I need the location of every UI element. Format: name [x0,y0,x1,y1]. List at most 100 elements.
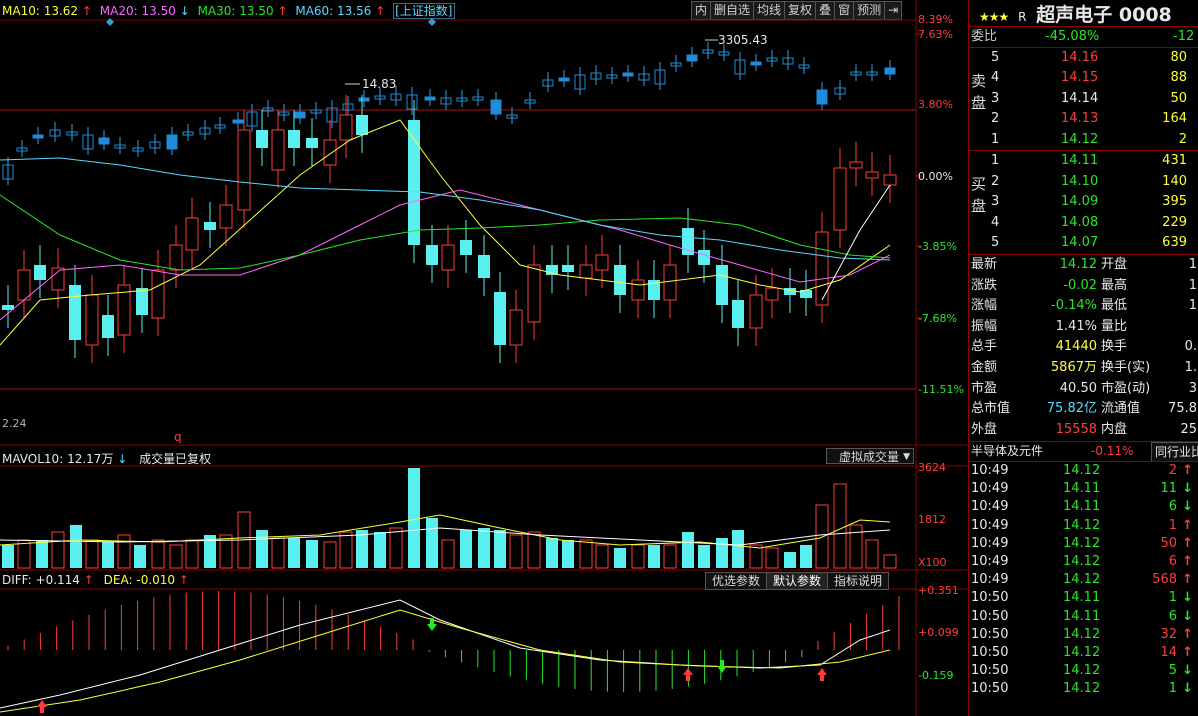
tick-time: 10:49 [971,481,1009,497]
tick-time: 10:49 [971,517,1009,533]
volume-type-dropdown[interactable]: 虚拟成交量 ▼ [826,448,914,464]
sell-signal-icon [717,660,727,673]
stat-label: 总手 [971,339,998,355]
dea-label: DEA: [103,573,133,587]
stats-table: 最新 14.12 开盘 1 涨跌 -0.02 最高 1 涨幅 -0.14% 最低 1 振幅 1.41% 量比… [969,255,1198,441]
tab-default-params[interactable]: 默认参数 [766,572,829,590]
stat-label: 外盘 [971,421,998,437]
stat-row: 振幅 1.41% 量比 [969,317,1198,338]
buy-level-row[interactable]: 4 14.08 229 [969,213,1198,234]
buy-book: 买 盘 1 14.11 431 2 14.10 140 3 14.09 395 4 14.08 229… [969,151,1198,254]
tick-time: 10:50 [971,608,1009,624]
level-number: 1 [991,131,1000,147]
tick-price: 14.12 [1063,554,1101,569]
kline-chart-area[interactable]: MA10: 13.62 ↑ MA20: 13.50 ↓ MA30: 13.50 … [0,0,968,716]
stat-row: 涨幅 -0.14% 最低 1 [969,296,1198,317]
tab-preferred-params[interactable]: 优选参数 [705,572,768,590]
tick-price: 14.12 [1063,517,1101,533]
bid-price: 14.10 [1061,173,1099,189]
up-arrow-icon: ↑ [83,573,94,587]
stat-row: 金额 5867万 换手(实) 1. [969,358,1198,379]
tick-price: 14.12 [1063,663,1101,679]
stat-value: 1.41% [1055,318,1097,334]
sector-name[interactable]: 半导体及元件 [971,442,1043,460]
tick-price: 14.12 [1063,463,1101,478]
ask-volume: 88 [1170,70,1187,86]
tick-volume: 14 [1160,645,1177,660]
ask-volume: 50 [1170,90,1187,106]
level-number: 5 [991,235,1000,251]
diff-value: +0.114 [35,573,80,587]
stat-row: 最新 14.12 开盘 1 [969,255,1198,276]
sell-level-row[interactable]: 2 14.13 164 [969,109,1198,130]
sector-row: 半导体及元件 -0.11% 同行业比 [969,442,1198,462]
tick-volume: 50 [1160,535,1177,551]
macd-bars [0,591,900,713]
tick-price: 14.11 [1063,590,1101,606]
stat-value: 14.12 [1059,257,1097,272]
stat-label: 振幅 [971,318,998,334]
sell-level-row[interactable]: 1 14.12 2 [969,130,1198,151]
tick-row: 10:49 14.12 568 ↑ [969,571,1198,589]
stat-value: 25 [1180,421,1197,437]
up-arrow-icon: ↑ [1182,535,1193,551]
bid-volume: 639 [1162,235,1187,251]
down-arrow-icon: ↓ [1182,590,1193,606]
weibi-row: 委比 -45.08% -12 [969,27,1198,48]
peer-compare-button[interactable]: 同行业比 [1151,442,1198,462]
q-marker: q [174,430,182,444]
tick-price: 14.12 [1063,572,1101,588]
ask-price: 14.14 [1061,90,1099,106]
tick-volume: 6 [1168,554,1177,569]
tick-row: 10:50 14.12 5 ↓ [969,662,1198,680]
stat-label: 最高 [1101,277,1128,293]
tick-time: 10:50 [971,663,1009,679]
tick-time: 10:50 [971,681,1009,697]
tick-list[interactable]: 10:49 14.12 2 ↑ 10:49 14.11 11 ↓ 10:49 14.11 6 ↓ 10:… [969,462,1198,716]
stat-value: 0. [1184,339,1197,355]
stat-row: 市盈 40.50 市盈(动) 3 [969,379,1198,400]
down-arrow-icon: ↓ [1182,663,1193,679]
weibi-value: -45.08% [1045,29,1100,44]
buy-level-row[interactable]: 3 14.09 395 [969,192,1198,213]
tick-row: 10:50 14.12 14 ↑ [969,644,1198,662]
mavol-value: 12.17万 [67,452,114,466]
tick-time: 10:49 [971,554,1009,569]
tick-time: 10:50 [971,590,1009,606]
sell-level-row[interactable]: 4 14.15 88 [969,68,1198,89]
sell-signal-icon [427,618,437,631]
tick-price: 14.11 [1063,608,1101,624]
tick-time: 10:49 [971,535,1009,551]
stat-value: -0.14% [1051,298,1097,314]
sell-level-row[interactable]: 3 14.14 50 [969,89,1198,110]
tick-row: 10:49 14.12 50 ↑ [969,535,1198,553]
stat-value: 3 [1188,380,1197,396]
tick-volume: 6 [1168,499,1177,515]
mavol-label: MAVOL10: [2,452,64,466]
buy-level-row[interactable]: 5 14.07 639 [969,233,1198,254]
level-number: 5 [991,50,1000,65]
tick-volume: 6 [1168,608,1177,624]
stat-label: 内盘 [1101,421,1128,437]
level-number: 2 [991,111,1000,127]
buy-level-row[interactable]: 1 14.11 431 [969,151,1198,172]
sell-level-row[interactable]: 5 14.16 80 [969,48,1198,69]
stat-value: -0.02 [1063,277,1097,293]
stock-name: 超声电子 0008 [1036,4,1172,26]
volume-bars [0,468,897,569]
stat-value: 75.82亿 [1046,401,1097,417]
vol-axis-label: X100 [918,556,947,569]
tick-price: 14.11 [1063,481,1101,497]
tab-indicator-help[interactable]: 指标说明 [827,572,890,590]
stat-label: 量比 [1101,318,1128,334]
tick-row: 10:50 14.12 1 ↓ [969,680,1198,698]
down-arrow-icon: ↓ [1182,499,1193,515]
ask-price: 14.15 [1061,70,1099,86]
stat-label: 流通值 [1101,401,1141,417]
weibi-label: 委比 [971,29,998,44]
level-number: 3 [991,194,1000,210]
buy-level-row[interactable]: 2 14.10 140 [969,172,1198,193]
local-high-annotation: 14.83 [362,77,397,91]
vol-axis-label: 1812 [918,513,946,526]
stat-label: 涨幅 [971,298,998,314]
